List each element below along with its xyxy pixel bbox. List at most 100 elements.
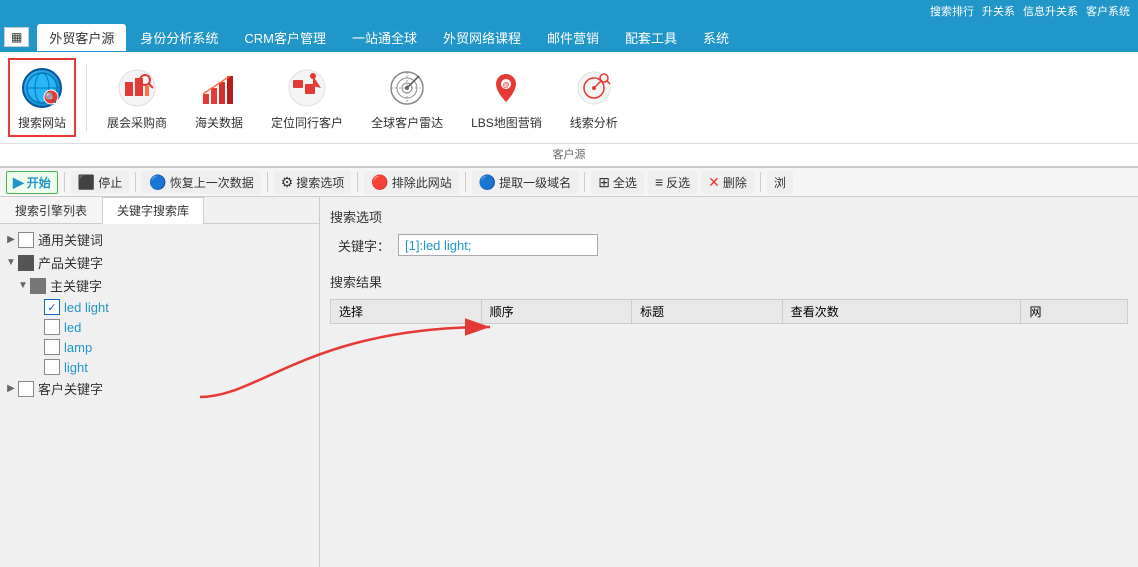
ribbon-analysis-label: 线索分析 [570,114,618,131]
ribbon-analysis[interactable]: 线索分析 [560,58,628,137]
tree-item-customer[interactable]: ▶ 客户关键字 [0,377,319,400]
top-bar-link-1[interactable]: 搜索排行 [930,3,974,19]
col-select: 选择 [331,300,482,324]
inverse-label: 反选 [666,174,690,191]
top-bar-links: 搜索排行 升关系 信息升关系 客户系统 [930,3,1130,19]
ribbon-customs-label: 海关数据 [195,114,243,131]
exclude-button[interactable]: 🔴 排除此网站 [364,171,458,194]
extract-button[interactable]: 🔵 提取一级域名 [472,171,578,194]
tree-checkbox-light[interactable] [44,359,60,375]
tree-checkbox-lamp[interactable] [44,339,60,355]
grid-button[interactable]: ▦ [4,27,29,47]
tree-label-light: light [64,360,88,375]
tree-arrow-main: ▼ [16,280,30,291]
toolbar-div-1 [64,172,65,192]
tree-label-main: 主关键字 [50,276,102,295]
select-all-icon: ⊞ [598,174,610,191]
stop-button[interactable]: ⬛ 停止 [71,171,129,194]
tree-item-lamp[interactable]: lamp [0,337,319,357]
tree-arrow-customer: ▶ [4,383,18,394]
tree-label-lamp: lamp [64,340,92,355]
search-options-label: 搜索选项 [296,174,344,191]
ribbon-locate[interactable]: 定位同行客户 [261,58,353,137]
tree-item-light[interactable]: light [0,357,319,377]
more-button[interactable]: 浏 [767,171,793,194]
col-net: 网 [1021,300,1128,324]
stop-icon: ⬛ [78,174,95,191]
restore-label: 恢复上一次数据 [170,174,254,191]
tab-keyword-library[interactable]: 关键字搜索库 [102,197,204,224]
svg-text:🔍: 🔍 [45,91,57,104]
search-options-title: 搜索选项 [330,207,1128,226]
customs-icon [195,64,243,112]
start-label: 开始 [27,174,51,191]
ribbon-lbs[interactable]: @ LBS地图营销 [461,58,552,137]
tree-item-product[interactable]: ▼ 产品关键字 [0,251,319,274]
tree-item-led[interactable]: led [0,317,319,337]
toolbar-div-4 [357,172,358,192]
ribbon-customs[interactable]: 海关数据 [185,58,253,137]
top-bar-link-2[interactable]: 升关系 [982,3,1015,19]
tree-item-general[interactable]: ▶ 通用关键词 [0,228,319,251]
right-panel: 搜索选项 关键字： 搜索结果 选择 顺序 标题 查看次数 网 [320,197,1138,567]
tree-item-main[interactable]: ▼ 主关键字 [0,274,319,297]
more-label: 浏 [774,174,786,191]
toolbar-div-6 [584,172,585,192]
start-icon: ▶ [13,174,24,191]
delete-button[interactable]: ✕ 删除 [701,171,754,194]
tab-global[interactable]: 一站通全球 [340,24,429,51]
locate-icon [283,64,331,112]
exhibition-icon [113,64,161,112]
extract-icon: 🔵 [479,174,496,191]
toolbar-div-5 [465,172,466,192]
tab-bar: ▦ 外贸客户源 身份分析系统 CRM客户管理 一站通全球 外贸网络课程 邮件营销… [0,22,1138,52]
tree-checkbox-customer[interactable] [18,381,34,397]
select-all-button[interactable]: ⊞ 全选 [591,171,644,194]
search-results-title: 搜索结果 [330,272,1128,291]
start-button[interactable]: ▶ 开始 [6,171,58,194]
svg-text:@: @ [503,82,510,89]
keyword-field-input[interactable] [398,234,598,256]
tab-system[interactable]: 系统 [691,24,741,51]
keyword-tree: ▶ 通用关键词 ▼ 产品关键字 ▼ 主关键字 ✓ led light [0,224,319,567]
tree-checkbox-main[interactable] [30,278,46,294]
tab-identity[interactable]: 身份分析系统 [128,24,230,51]
tree-checkbox-product[interactable] [18,255,34,271]
left-panel: 搜索引擎列表 关键字搜索库 ▶ 通用关键词 ▼ 产品关键字 ▼ 主关键字 [0,197,320,567]
ribbon-search-website[interactable]: 🔍 搜索网站 [8,58,76,137]
tab-course[interactable]: 外贸网络课程 [431,24,533,51]
analysis-icon [570,64,618,112]
col-views: 查看次数 [782,300,1021,324]
globe-search-icon: 🔍 [18,64,66,112]
tree-checkbox-led[interactable] [44,319,60,335]
top-bar-link-4[interactable]: 客户系统 [1086,3,1130,19]
ribbon-radar[interactable]: 全球客户雷达 [361,58,453,137]
tab-waomao[interactable]: 外贸客户源 [37,24,126,51]
toolbar-div-2 [135,172,136,192]
inverse-button[interactable]: ≡ 反选 [648,171,697,194]
tab-search-engine[interactable]: 搜索引擎列表 [0,197,102,223]
tree-checkbox-general[interactable] [18,232,34,248]
extract-label: 提取一级域名 [499,174,571,191]
select-all-label: 全选 [613,174,637,191]
ribbon-exhibition[interactable]: 展会采购商 [97,58,177,137]
tab-tools[interactable]: 配套工具 [613,24,689,51]
tree-item-led-light[interactable]: ✓ led light [0,297,319,317]
results-table: 选择 顺序 标题 查看次数 网 [330,299,1128,324]
tab-crm[interactable]: CRM客户管理 [232,24,338,51]
top-bar-link-3[interactable]: 信息升关系 [1023,3,1078,19]
tree-label-general: 通用关键词 [38,230,103,249]
tree-checkbox-led-light[interactable]: ✓ [44,299,60,315]
search-options-button[interactable]: ⚙ 搜索选项 [274,171,352,194]
restore-button[interactable]: 🔵 恢复上一次数据 [142,171,260,194]
ribbon-icons-container: 🔍 搜索网站 展会采购商 [0,52,1138,143]
top-bar: 搜索排行 升关系 信息升关系 客户系统 [0,0,1138,22]
ribbon: 🔍 搜索网站 展会采购商 [0,52,1138,167]
tab-mail[interactable]: 邮件营销 [535,24,611,51]
delete-label: 删除 [723,174,747,191]
exclude-label: 排除此网站 [392,174,452,191]
toolbar: ▶ 开始 ⬛ 停止 🔵 恢复上一次数据 ⚙ 搜索选项 🔴 排除此网站 🔵 提取一… [0,167,1138,197]
search-results-section: 搜索结果 选择 顺序 标题 查看次数 网 [330,272,1128,324]
ribbon-group-label: 客户源 [0,143,1138,166]
stop-label: 停止 [98,174,122,191]
